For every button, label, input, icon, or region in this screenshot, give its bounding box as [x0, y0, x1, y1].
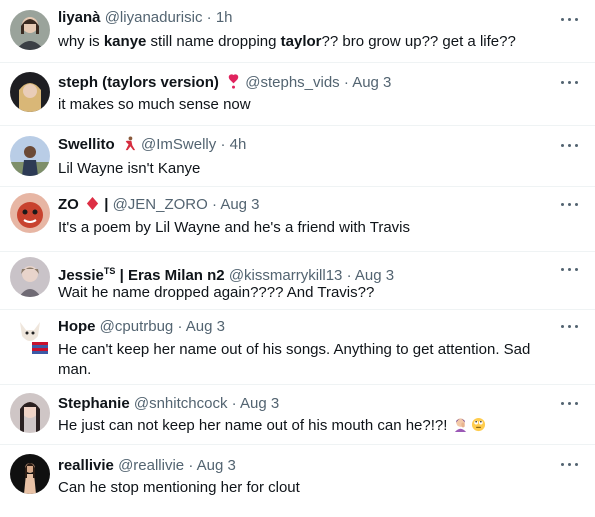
more-options-icon[interactable] — [561, 201, 579, 207]
more-options-icon[interactable] — [561, 461, 579, 467]
divider — [0, 125, 595, 126]
tweet-header: JessieTS | Eras Milan n2 @kissmarrykill1… — [58, 262, 394, 285]
timestamp[interactable]: Aug 3 — [186, 318, 225, 335]
display-name[interactable]: JessieTS | Eras Milan n2 — [58, 266, 225, 284]
avatar[interactable] — [10, 10, 50, 50]
handle[interactable]: @stephs_vids — [245, 74, 339, 91]
tweet-text: He just can not keep her name out of his… — [58, 416, 558, 436]
name-text: Jessie — [58, 267, 104, 284]
text-part: why is — [58, 33, 104, 50]
timestamp[interactable]: 1h — [216, 9, 233, 26]
handle[interactable]: @ImSwelly — [141, 136, 216, 153]
tweet-text: why is kanye still name dropping taylor?… — [58, 32, 558, 52]
timestamp[interactable]: Aug 3 — [355, 267, 394, 284]
tweet-text: Wait he name dropped again???? And Travi… — [58, 284, 375, 301]
display-name[interactable]: reallivie — [58, 457, 114, 474]
timestamp[interactable]: 4h — [230, 136, 247, 153]
tweet-text: it makes so much sense now — [58, 96, 251, 113]
name-rest: | Eras Milan n2 — [119, 267, 225, 284]
divider — [0, 251, 595, 252]
text-part: ?? bro grow up?? get a life?? — [321, 33, 516, 50]
handle[interactable]: @snhitchcock — [134, 395, 228, 412]
avatar[interactable] — [10, 136, 50, 176]
text-part: He just can not keep her name out of his… — [58, 417, 448, 434]
separator: · — [231, 395, 237, 412]
tweet-text: Lil Wayne isn't Kanye — [58, 160, 201, 177]
name-superscript: TS — [103, 266, 116, 276]
tweet-header: liyanà @liyanadurisic · 1h — [58, 9, 233, 27]
tweet-header: steph (taylors version) @stephs_vids · A… — [58, 74, 391, 92]
separator: · — [211, 196, 217, 213]
divider — [0, 444, 595, 445]
handle[interactable]: @JEN_ZORO — [113, 196, 208, 213]
tweet-header: Swellito @ImSwelly · 4h — [58, 136, 246, 154]
divider — [0, 62, 595, 63]
tweet-text: It's a poem by Lil Wayne and he's a frie… — [58, 219, 411, 236]
handle[interactable]: @cputrbug — [100, 318, 174, 335]
timestamp[interactable]: Aug 3 — [240, 395, 279, 412]
timestamp[interactable]: Aug 3 — [220, 196, 259, 213]
display-name[interactable]: Stephanie — [58, 395, 130, 412]
more-options-icon[interactable] — [561, 79, 579, 85]
avatar[interactable] — [10, 72, 50, 112]
display-name[interactable]: Hope — [58, 318, 96, 335]
avatar[interactable] — [10, 257, 50, 297]
handle[interactable]: @kissmarrykill13 — [229, 267, 343, 284]
timestamp[interactable]: Aug 3 — [197, 457, 236, 474]
divider — [0, 384, 595, 385]
separator: · — [188, 457, 194, 474]
text-bold: taylor — [280, 33, 322, 50]
divider — [0, 309, 595, 310]
tweet-text: Can he stop mentioning her for clout — [58, 479, 300, 496]
tweet-header: Hope @cputrbug · Aug 3 — [58, 318, 225, 336]
avatar[interactable] — [10, 393, 50, 433]
tweet-text: He can't keep her name out of his songs.… — [58, 341, 531, 378]
separator: · — [343, 74, 349, 91]
more-options-icon[interactable] — [561, 266, 579, 272]
handle[interactable]: @liyanadurisic — [105, 9, 203, 26]
separator: · — [206, 9, 212, 26]
tweet-header: Stephanie @snhitchcock · Aug 3 — [58, 395, 279, 413]
separator: · — [177, 318, 183, 335]
woman-facepalming-icon — [455, 418, 467, 432]
dancer-icon — [125, 136, 135, 151]
more-options-icon[interactable] — [561, 16, 579, 22]
more-options-icon[interactable] — [561, 400, 579, 406]
name-separator: | — [104, 196, 109, 213]
heart-exclamation-icon — [228, 74, 239, 89]
avatar[interactable] — [10, 193, 50, 233]
separator: · — [220, 136, 226, 153]
divider — [0, 186, 595, 187]
tweet-header: reallivie @reallivie · Aug 3 — [58, 457, 236, 475]
tweet-header: ZO | @JEN_ZORO · Aug 3 — [58, 196, 260, 214]
face-with-rolling-eyes-icon — [472, 417, 486, 432]
avatar[interactable] — [10, 454, 50, 494]
separator: · — [346, 267, 352, 284]
more-options-icon[interactable] — [561, 323, 579, 329]
handle[interactable]: @reallivie — [118, 457, 184, 474]
text-bold: kanye — [103, 33, 147, 50]
display-name[interactable]: ZO — [58, 196, 79, 213]
text-part: still name dropping — [146, 33, 281, 50]
display-name[interactable]: steph (taylors version) — [58, 74, 219, 91]
red-diamond-icon — [86, 196, 99, 211]
display-name[interactable]: Swellito — [58, 136, 115, 153]
more-options-icon[interactable] — [561, 142, 579, 148]
display-name[interactable]: liyanà — [58, 9, 101, 26]
avatar[interactable] — [10, 316, 50, 356]
timestamp[interactable]: Aug 3 — [352, 74, 391, 91]
